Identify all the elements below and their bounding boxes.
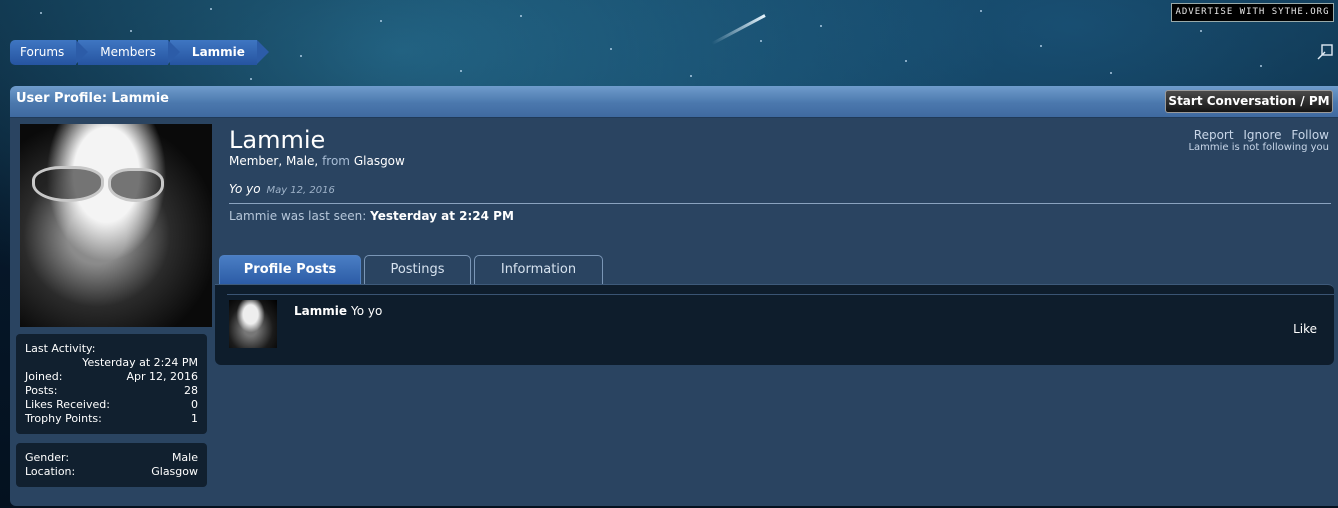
profile-panel: User Profile: Lammie Start Conversation … [10,86,1338,506]
breadcrumb-forums[interactable]: Forums [10,40,89,65]
joined-label: Joined: [25,370,63,383]
last-seen-value: Yesterday at 2:24 PM [370,209,514,223]
post-avatar[interactable] [229,300,277,348]
tab-profile-posts[interactable]: Profile Posts [219,255,361,284]
avatar-sunglasses-right [108,168,164,202]
page-title: User Profile: Lammie [10,86,1338,118]
user-title-line: Member, Male, from Glasgow [229,154,1338,168]
username: Lammie [229,126,326,154]
likes-label: Likes Received: [25,398,110,411]
avatar-sunglasses-left [32,166,104,202]
joined-value: Apr 12, 2016 [126,370,198,383]
profile-actions: Report Ignore Follow Lammie is not follo… [1188,128,1329,153]
popout-icon[interactable] [1316,43,1334,61]
status-date: May 12, 2016 [266,185,335,196]
trophy-label: Trophy Points: [25,412,102,425]
ignore-link[interactable]: Ignore [1243,128,1281,142]
posts-value[interactable]: 28 [184,384,198,398]
avatar[interactable] [20,124,212,327]
list-item: Lammie Yo yo [294,304,382,318]
last-activity-label: Last Activity: [25,342,96,355]
last-seen-label: Lammie was last seen: [229,209,367,223]
gender-label: Gender: [25,451,70,464]
profile-main: Lammie Member, Male, from Glasgow Yo yo … [229,124,1338,223]
profile-tabs: Profile Posts Postings Information [219,255,606,284]
divider [227,294,1334,295]
post-author-link[interactable]: Lammie [294,304,347,318]
from-label: from [322,154,350,168]
like-button[interactable]: Like [1293,322,1317,336]
last-activity-value: Yesterday at 2:24 PM [82,356,198,369]
follow-link[interactable]: Follow [1291,128,1329,142]
breadcrumb-members[interactable]: Members [78,40,180,65]
profile-posts-list: Lammie Yo yo Like [215,284,1334,365]
location-value[interactable]: Glasgow [151,465,198,479]
status-message: Yo yo May 12, 2016 [229,182,1338,196]
status-text: Yo yo [229,182,261,196]
user-title-gender: Member, Male, [229,154,319,168]
report-link[interactable]: Report [1194,128,1234,142]
tab-information[interactable]: Information [474,255,603,284]
details-box: Gender: Male Location: Glasgow [16,443,207,487]
gender-value: Male [171,451,198,464]
last-seen: Lammie was last seen: Yesterday at 2:24 … [229,209,1338,223]
divider [229,203,1331,204]
location-label: Location: [25,465,76,478]
trophy-value[interactable]: 1 [191,412,198,426]
posts-label: Posts: [25,384,58,397]
follow-status-note: Lammie is not following you [1188,142,1329,153]
likes-value: 0 [191,398,198,411]
post-message: Yo yo [351,304,383,318]
start-conversation-button[interactable]: Start Conversation / PM [1165,90,1333,113]
stats-box: Last Activity: Yesterday at 2:24 PM Join… [16,334,207,434]
breadcrumb-current[interactable]: Lammie [169,40,269,65]
tab-postings[interactable]: Postings [364,255,471,284]
user-location-link[interactable]: Glasgow [354,154,405,168]
breadcrumb: Forums Members Lammie [10,40,269,65]
advertise-badge[interactable]: Advertise with Sythe.org [1171,3,1334,22]
